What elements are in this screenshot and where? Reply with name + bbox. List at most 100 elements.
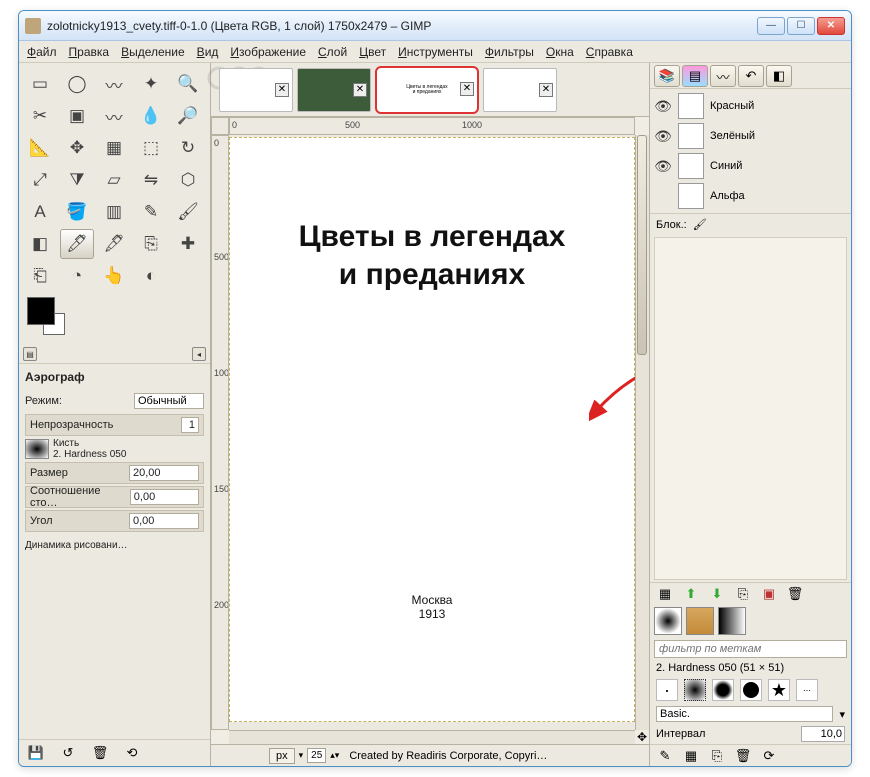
dynamics-name[interactable]: Basic. [656,706,833,722]
visibility-icon[interactable]: 👁 [654,98,672,115]
ratio-value[interactable]: 0,00 [130,489,199,505]
brush-preview-icon[interactable] [25,439,49,459]
brush-item[interactable] [684,679,706,701]
menu-view[interactable]: Вид [197,45,219,59]
tool-dodge[interactable]: ◐ [134,261,168,291]
channels-tab-icon[interactable]: ▤ [682,65,708,87]
visibility-icon[interactable]: 👁 [654,158,672,175]
new-brush-icon[interactable]: ▦ [682,747,700,765]
tool-crop[interactable]: ⬚ [134,133,168,163]
canvas-navigate-icon[interactable]: ✥ [635,730,649,744]
tool-paths[interactable]: 〰 [97,101,131,131]
tool-move[interactable]: ✥ [60,133,94,163]
tool-zoom[interactable]: 🔎 [171,101,205,131]
tool-scale[interactable]: ⤢ [23,165,57,195]
to-selection-icon[interactable]: ▣ [760,585,778,603]
tool-pencil[interactable]: ✎ [134,197,168,227]
restore-preset-icon[interactable]: ↺ [59,744,77,762]
menu-filters[interactable]: Фильтры [485,45,534,59]
tool-smudge[interactable]: 👆 [97,261,131,291]
channel-row[interactable]: 👁Зелёный [654,121,847,151]
tool-airbrush[interactable]: 🖊 [60,229,94,259]
menu-layer[interactable]: Слой [318,45,347,59]
delete-preset-icon[interactable]: 🗑 [91,744,109,762]
reset-preset-icon[interactable]: ⟲ [123,744,141,762]
tool-paintbrush[interactable]: 🖌 [171,197,205,227]
ruler-corner[interactable] [211,117,229,135]
tool-ink[interactable]: 🖋 [97,229,131,259]
tool-rect-select[interactable]: ▭ [23,69,57,99]
brush-item[interactable]: ★ [768,679,790,701]
tool-text[interactable]: A [23,197,57,227]
canvas[interactable]: Цветы в легендах и преданиях Москва 1913 [229,135,635,730]
tool-eraser[interactable]: ◧ [23,229,57,259]
close-button[interactable]: ✕ [817,17,845,35]
tool-blur[interactable]: ◔ [60,261,94,291]
menu-help[interactable]: Справка [586,45,633,59]
tool-measure[interactable]: 📐 [23,133,57,163]
tool-cage[interactable]: ⬡ [171,165,205,195]
delete-brush-icon[interactable]: 🗑 [734,747,752,765]
histogram-tab-icon[interactable]: ◧ [766,65,792,87]
paths-tab-icon[interactable]: 〰 [710,65,736,87]
tool-color-picker[interactable]: 💧 [134,101,168,131]
menu-select[interactable]: Выделение [121,45,185,59]
layers-tab-icon[interactable]: 📚 [654,65,680,87]
tool-bucket[interactable]: 🪣 [60,197,94,227]
image-tab[interactable]: ✕ [219,68,293,112]
lower-channel-icon[interactable]: ⬇ [708,585,726,603]
tab-close-icon[interactable]: ✕ [539,83,553,97]
tool-align[interactable]: ▦ [97,133,131,163]
image-tab-active[interactable]: Цветы в легендахи преданиях ✕ [375,66,479,114]
tab-close-icon[interactable]: ✕ [275,83,289,97]
menu-file[interactable]: Файл [27,45,57,59]
brush-item[interactable] [740,679,762,701]
menu-windows[interactable]: Окна [546,45,574,59]
dynamics-menu-icon[interactable]: ▾ [839,708,845,721]
save-preset-icon[interactable]: 💾 [27,744,45,762]
raise-channel-icon[interactable]: ⬆ [682,585,700,603]
unit-selector[interactable]: px [269,748,295,764]
brush-item[interactable]: ⋯ [796,679,818,701]
ruler-horizontal[interactable]: 0 500 1000 [229,117,635,135]
zoom-arrows-icon[interactable]: ▴▾ [330,750,339,761]
opacity-value[interactable]: 1 [181,417,199,433]
maximize-button[interactable]: ☐ [787,17,815,35]
brush-preview[interactable] [654,607,682,635]
channel-row[interactable]: Альфа [654,181,847,211]
delete-channel-icon[interactable]: 🗑 [786,585,804,603]
zoom-input[interactable]: 25 [307,748,326,763]
tag-filter-input[interactable] [654,640,847,658]
tool-wand[interactable]: ✦ [134,69,168,99]
image-tab[interactable]: ✕ [297,68,371,112]
tool-gradient[interactable]: ▥ [97,197,131,227]
dock-collapse-icon[interactable]: ◂ [192,347,206,361]
image-tab[interactable]: ✕ [483,68,557,112]
refresh-brush-icon[interactable]: ⟳ [760,747,778,765]
tool-heal[interactable]: ✚ [171,229,205,259]
pattern-preview[interactable] [686,607,714,635]
tool-by-color[interactable]: 🔍 [171,69,205,99]
channel-row[interactable]: 👁Красный [654,91,847,121]
duplicate-channel-icon[interactable]: ⎘ [734,585,752,603]
tool-shear[interactable]: ⧩ [60,165,94,195]
tab-close-icon[interactable]: ✕ [353,83,367,97]
edit-brush-icon[interactable]: ✎ [656,747,674,765]
menu-edit[interactable]: Правка [69,45,110,59]
tool-foreground[interactable]: ▣ [60,101,94,131]
mode-select[interactable] [134,393,204,409]
tool-flip[interactable]: ⇋ [134,165,168,195]
new-channel-icon[interactable]: ▦ [656,585,674,603]
gradient-preview[interactable] [718,607,746,635]
brush-item[interactable]: · [656,679,678,701]
interval-value[interactable] [801,726,845,742]
tool-perspective[interactable]: ▱ [97,165,131,195]
tab-close-icon[interactable]: ✕ [460,82,474,96]
size-value[interactable]: 20,00 [129,465,199,481]
scrollbar-horizontal[interactable] [229,730,635,744]
tool-ellipse-select[interactable]: ◯ [60,69,94,99]
channel-row[interactable]: 👁Синий [654,151,847,181]
ruler-vertical[interactable]: 0 500 1000 1500 2000 [211,135,229,730]
lock-brush-icon[interactable]: 🖌 [693,218,707,231]
duplicate-brush-icon[interactable]: ⎘ [708,747,726,765]
